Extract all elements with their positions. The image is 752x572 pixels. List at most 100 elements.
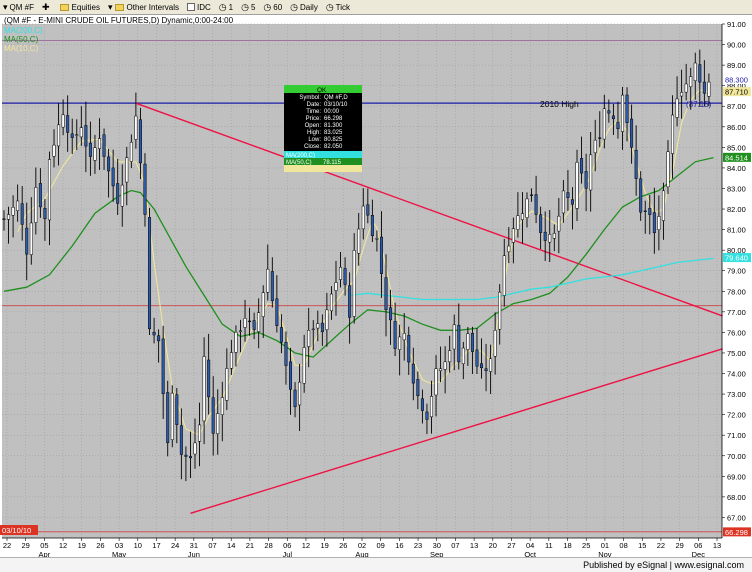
price-bar-body — [325, 309, 329, 330]
x-tick-label: 22 — [3, 541, 11, 550]
x-tick-label: 26 — [339, 541, 347, 550]
price-bar-body — [470, 333, 474, 352]
last-price-tag-text: 88.300 — [725, 76, 748, 85]
price-bar-body — [539, 214, 543, 233]
x-tick-label: 09 — [377, 541, 385, 550]
cursor-date-text: 03/10/10 — [2, 526, 31, 535]
price-bar-body — [489, 358, 493, 372]
price-bar-body — [575, 162, 579, 209]
price-bar-body — [666, 151, 670, 188]
price-bar-body — [47, 159, 51, 221]
price-bar-body — [493, 330, 497, 357]
price-bar-body — [25, 227, 29, 255]
high-2010-label: 2010 High — [540, 99, 579, 109]
price-bar-body — [275, 298, 279, 326]
interval-5-button[interactable]: ◷ 5 — [238, 1, 258, 14]
price-chart[interactable]: 67.00 68.00 69.00 70.00 71.00 72.00 73.00 74.00… — [0, 15, 752, 557]
price-bar-body — [680, 92, 684, 97]
x-month-label: Apr — [39, 550, 51, 557]
x-tick-label: 19 — [78, 541, 86, 550]
other-intervals-menu[interactable]: ▾ Other Intervals — [105, 1, 182, 14]
x-month-label: Dec — [692, 550, 706, 557]
interval-tick-label: Tick — [335, 2, 351, 12]
idc-toggle[interactable]: IDC — [184, 1, 214, 14]
x-month-label: Nov — [598, 550, 612, 557]
cursor-window-title: QK — [317, 87, 327, 94]
price-bar-body — [357, 228, 361, 254]
equities-menu[interactable]: Equities — [57, 1, 103, 14]
price-bar-body — [379, 236, 383, 274]
price-bar-body — [329, 293, 333, 312]
price-bar-body — [393, 321, 397, 349]
interval-60-label: 60 — [273, 2, 283, 12]
x-tick-label: 07 — [208, 541, 216, 550]
x-month-label: May — [112, 550, 126, 557]
price-bar-body — [34, 187, 38, 223]
x-tick-label: 10 — [134, 541, 142, 550]
price-bar-body — [266, 268, 270, 293]
x-tick-label: 22 — [657, 541, 665, 550]
x-tick-label: 13 — [713, 541, 721, 550]
x-tick-label: 04 — [526, 541, 534, 550]
price-bar-body — [75, 134, 79, 136]
y-tick-label: 83.00 — [727, 184, 746, 193]
price-bar-body — [566, 192, 570, 198]
price-bar-body — [702, 81, 706, 94]
interval-daily-label: Daily — [300, 2, 318, 12]
ma50-legend: MA(50,C) — [4, 35, 39, 44]
price-bar-body — [552, 232, 556, 239]
price-bar-body — [620, 94, 624, 132]
y-tick-label: 75.00 — [727, 349, 746, 358]
add-icon-button[interactable]: ✚ — [39, 1, 55, 14]
y-tick-label: 76.00 — [727, 328, 746, 337]
y-tick-label: 71.00 — [727, 431, 746, 440]
price-bar-body — [366, 204, 370, 216]
x-tick-label: 31 — [190, 541, 198, 550]
price-bar-body — [657, 216, 661, 230]
y-tick-label: 67.00 — [727, 513, 746, 522]
x-tick-label: 25 — [582, 541, 590, 550]
interval-60-button[interactable]: ◷ 60 — [260, 1, 285, 14]
price-bar-body — [411, 363, 415, 384]
price-bar-body — [484, 368, 488, 372]
price-bar-body — [671, 114, 675, 154]
price-bar-body — [352, 250, 356, 317]
price-bar-body — [284, 342, 288, 366]
ma200-legend: MA(200,C) — [4, 26, 43, 35]
symbol-selector[interactable]: ▾ QM #F — [0, 1, 37, 14]
price-bar-body — [348, 285, 352, 318]
price-bar-body — [457, 324, 461, 363]
interval-5-label: 5 — [250, 2, 256, 12]
price-bar-body — [279, 327, 283, 343]
interval-1-button[interactable]: ◷ 1 — [216, 1, 236, 14]
interval-daily-button[interactable]: ◷ Daily — [287, 1, 321, 14]
price-bar-body — [593, 139, 597, 154]
cursor-window-field-label: Time: — [306, 109, 321, 115]
x-month-label: Jul — [282, 550, 292, 557]
x-tick-label: 23 — [414, 541, 422, 550]
cursor-window-field-label: Low: — [308, 137, 321, 143]
price-bar-body — [634, 149, 638, 179]
y-tick-label: 68.00 — [727, 493, 746, 502]
price-bar-body — [148, 217, 152, 330]
price-bar-body — [229, 352, 233, 369]
price-bar-body — [179, 425, 183, 455]
checkbox-icon — [187, 3, 195, 11]
interval-1-label: 1 — [228, 2, 234, 12]
price-bar-body — [570, 199, 574, 205]
interval-tick-button[interactable]: ◷ Tick — [323, 1, 353, 14]
price-bar-body — [402, 333, 406, 341]
y-tick-label: 77.00 — [727, 308, 746, 317]
cursor-window[interactable]: QK Symbol: QM #F,DDate: 03/10/10Time: 00:00… — [284, 85, 362, 172]
price-bar-body — [184, 454, 188, 457]
price-bar-body — [511, 228, 515, 243]
x-tick-label: 05 — [40, 541, 48, 550]
price-bar-body — [138, 119, 142, 164]
price-bar-body — [543, 231, 547, 241]
cursor-window-field-value: 80.825 — [324, 137, 343, 143]
y-tick-label: 87.00 — [727, 102, 746, 111]
symbol-label: QM #F — [9, 2, 34, 12]
ma10-legend: MA(10,C) — [4, 44, 39, 53]
x-tick-label: 06 — [694, 541, 702, 550]
price-bar-body — [152, 331, 156, 336]
